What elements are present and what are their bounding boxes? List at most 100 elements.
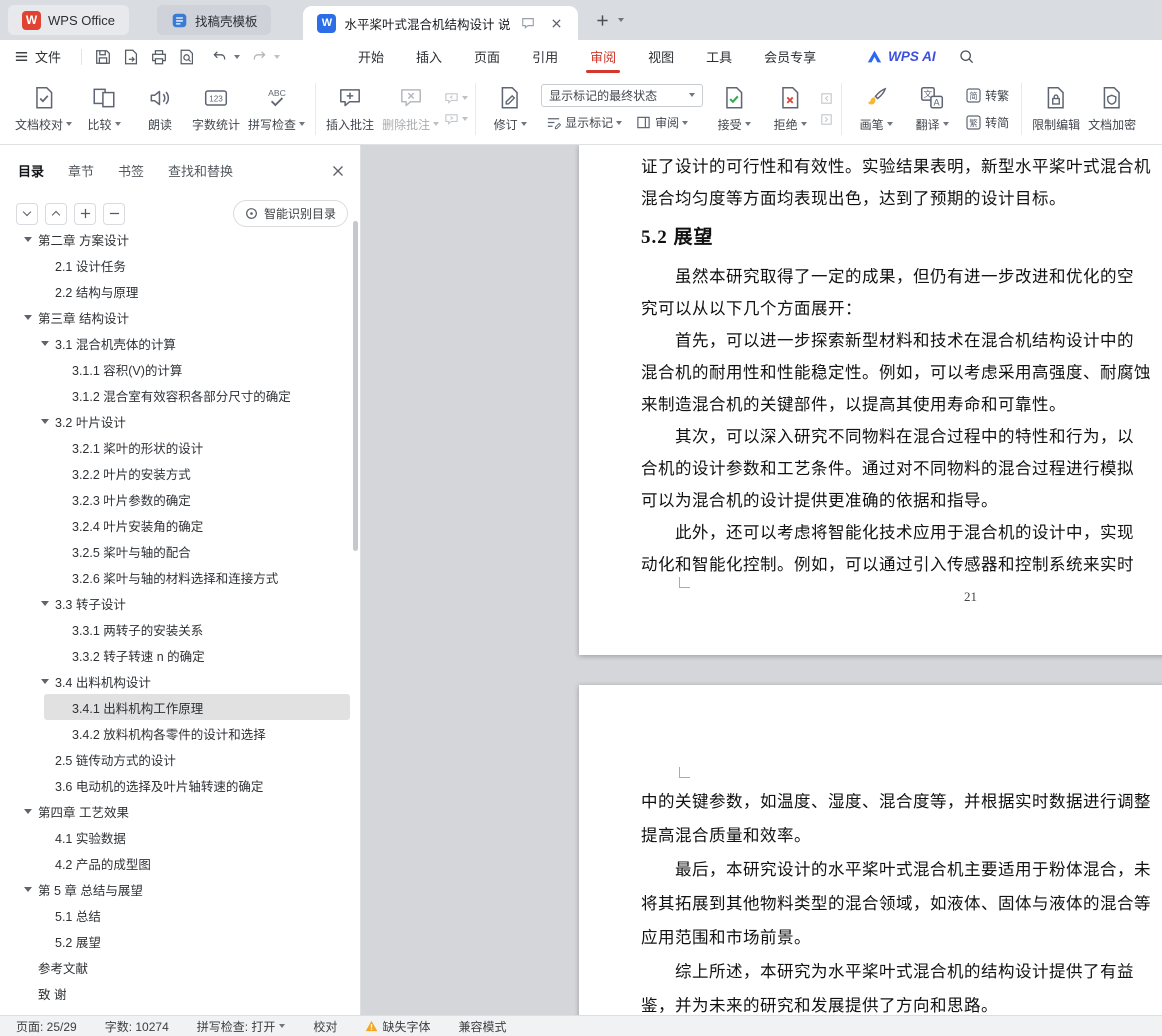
previous-comment-button[interactable]: [444, 91, 469, 106]
document-page-22[interactable]: 中的关键参数，如温度、湿度、混合度等，并根据实时数据进行调整 提高混合质量和效率…: [579, 685, 1162, 1015]
toc-item[interactable]: 第 5 章 总结与展望: [0, 876, 360, 902]
toc-expand-icon[interactable]: [41, 678, 49, 684]
spellcheck-toggle[interactable]: 拼写检查: 打开: [197, 1018, 286, 1035]
previous-change-button[interactable]: [819, 91, 834, 106]
proofread-button[interactable]: 校对: [313, 1018, 337, 1035]
word-count-button[interactable]: 123 字数统计: [189, 78, 243, 140]
reject-button[interactable]: 拒绝: [763, 78, 817, 140]
collapse-all-button[interactable]: [16, 202, 38, 225]
compare-button[interactable]: 比较: [77, 78, 131, 140]
menu-tab[interactable]: 插入: [402, 40, 456, 73]
redo-chevron-icon[interactable]: [274, 54, 281, 59]
next-comment-button[interactable]: [444, 112, 469, 127]
sidebar-panel-tab[interactable]: 书签: [118, 161, 144, 180]
expand-all-button[interactable]: [45, 202, 67, 225]
toc-item[interactable]: 3.6 电动机的选择及叶片轴转速的确定: [0, 772, 360, 798]
sidebar-scrollbar[interactable]: [353, 221, 358, 551]
toc-item[interactable]: 第三章 结构设计: [0, 304, 360, 330]
menu-tab[interactable]: 会员专享: [750, 40, 830, 73]
smart-toc-button[interactable]: 智能识别目录: [232, 200, 348, 227]
menu-tab[interactable]: 视图: [634, 40, 688, 73]
insert-comment-button[interactable]: 插入批注: [323, 78, 377, 140]
search-icon[interactable]: [954, 45, 980, 69]
track-changes-button[interactable]: 修订: [483, 78, 537, 140]
document-page-21[interactable]: 证了设计的可行性和有效性。实验结果表明，新型水平桨叶式混合机 混合均匀度等方面均…: [579, 145, 1162, 655]
missing-font-warning[interactable]: 缺失字体: [365, 1018, 430, 1035]
toc-item[interactable]: 4.2 产品的成型图: [0, 850, 360, 876]
increase-level-button[interactable]: [74, 202, 96, 225]
toc-expand-icon[interactable]: [24, 808, 32, 814]
redo-button[interactable]: [246, 45, 272, 69]
wps-ai-button[interactable]: WPS AI: [866, 49, 936, 64]
toc-item[interactable]: 3.4.2 放料机构各零件的设计和选择: [0, 720, 360, 746]
simplified-to-traditional-button[interactable]: 简 转繁: [961, 84, 1014, 106]
toc-item[interactable]: 3.2.6 桨叶与轴的材料选择和连接方式: [0, 564, 360, 590]
encrypt-button[interactable]: 文档加密: [1085, 78, 1139, 140]
toc-item[interactable]: 3.4.1 出料机构工作原理: [0, 694, 360, 720]
toc-item[interactable]: 5.2 展望: [0, 928, 360, 954]
sidebar-panel-tab[interactable]: 章节: [68, 161, 94, 180]
toc-item[interactable]: 3.1.2 混合室有效容积各部分尺寸的确定: [0, 382, 360, 408]
toc-item[interactable]: 4.1 实验数据: [0, 824, 360, 850]
toc-item[interactable]: 2.2 结构与原理: [0, 278, 360, 304]
traditional-to-simplified-button[interactable]: 繁 转简: [961, 111, 1014, 133]
toc-item[interactable]: 3.2.4 叶片安装角的确定: [0, 512, 360, 538]
next-change-button[interactable]: [819, 112, 834, 127]
word-count-indicator[interactable]: 字数: 10274: [105, 1018, 169, 1035]
review-pane-button[interactable]: 审阅: [631, 112, 693, 134]
export-pdf-button[interactable]: [118, 45, 144, 69]
spell-check-button[interactable]: ABC 拼写检查: [245, 78, 308, 140]
brush-button[interactable]: 画笔: [849, 78, 903, 140]
toc-item[interactable]: 2.5 链传动方式的设计: [0, 746, 360, 772]
toc-item[interactable]: 第四章 工艺效果: [0, 798, 360, 824]
save-button[interactable]: [90, 45, 116, 69]
menu-tab[interactable]: 引用: [518, 40, 572, 73]
menu-tab[interactable]: 审阅: [576, 40, 630, 73]
toc-expand-icon[interactable]: [24, 236, 32, 242]
menu-tab[interactable]: 开始: [344, 40, 398, 73]
menu-tab[interactable]: 工具: [692, 40, 746, 73]
close-tab-icon[interactable]: [546, 13, 566, 33]
file-menu-button[interactable]: 文件: [14, 47, 73, 66]
show-markup-button[interactable]: 显示标记: [541, 112, 627, 134]
menu-tab[interactable]: 页面: [460, 40, 514, 73]
document-canvas[interactable]: 证了设计的可行性和有效性。实验结果表明，新型水平桨叶式混合机 混合均匀度等方面均…: [361, 145, 1162, 1015]
toc-expand-icon[interactable]: [41, 418, 49, 424]
toc-item[interactable]: 3.4 出料机构设计: [0, 668, 360, 694]
toc-item[interactable]: 致 谢: [0, 980, 360, 1006]
toc-item[interactable]: 3.2.3 叶片参数的确定: [0, 486, 360, 512]
read-aloud-button[interactable]: 朗读: [133, 78, 187, 140]
decrease-level-button[interactable]: [103, 202, 125, 225]
restrict-edit-button[interactable]: 限制编辑: [1029, 78, 1083, 140]
toc-item[interactable]: 3.2.2 叶片的安装方式: [0, 460, 360, 486]
toc-item[interactable]: 3.3 转子设计: [0, 590, 360, 616]
toc-item[interactable]: 5.1 总结: [0, 902, 360, 928]
toc-item[interactable]: 3.3.1 两转子的安装关系: [0, 616, 360, 642]
toc-expand-icon[interactable]: [24, 314, 32, 320]
delete-comment-button[interactable]: 删除批注: [379, 78, 442, 140]
toc-item[interactable]: 3.1.1 容积(V)的计算: [0, 356, 360, 382]
sidebar-close-icon[interactable]: [332, 165, 344, 177]
new-tab-button[interactable]: [592, 10, 612, 30]
tab-list-chevron-icon[interactable]: [618, 18, 625, 22]
undo-button[interactable]: [206, 45, 232, 69]
markup-state-dropdown[interactable]: 显示标记的最终状态: [541, 83, 704, 107]
translate-button[interactable]: 文A 翻译: [905, 78, 959, 140]
accept-button[interactable]: 接受: [707, 78, 761, 140]
toc-item[interactable]: 3.1 混合机壳体的计算: [0, 330, 360, 356]
toc-item[interactable]: 3.3.2 转子转速 n 的确定: [0, 642, 360, 668]
print-preview-button[interactable]: [174, 45, 200, 69]
undo-chevron-icon[interactable]: [234, 54, 241, 59]
sidebar-panel-tab[interactable]: 查找和替换: [168, 161, 233, 180]
tab-template-doc[interactable]: 找稿壳模板: [156, 5, 272, 35]
toc-expand-icon[interactable]: [41, 340, 49, 346]
toc-item[interactable]: 第二章 方案设计: [0, 226, 360, 252]
page-indicator[interactable]: 页面: 25/29: [16, 1018, 77, 1035]
tab-current-document[interactable]: W 水平桨叶式混合机结构设计 说: [303, 6, 579, 40]
toc-item[interactable]: 2.1 设计任务: [0, 252, 360, 278]
print-button[interactable]: [146, 45, 172, 69]
compatibility-mode-indicator[interactable]: 兼容模式: [458, 1018, 506, 1035]
wps-home-tab[interactable]: W WPS Office: [8, 5, 129, 35]
sidebar-panel-tab[interactable]: 目录: [18, 161, 44, 180]
doc-proof-button[interactable]: 文档校对: [12, 78, 75, 140]
